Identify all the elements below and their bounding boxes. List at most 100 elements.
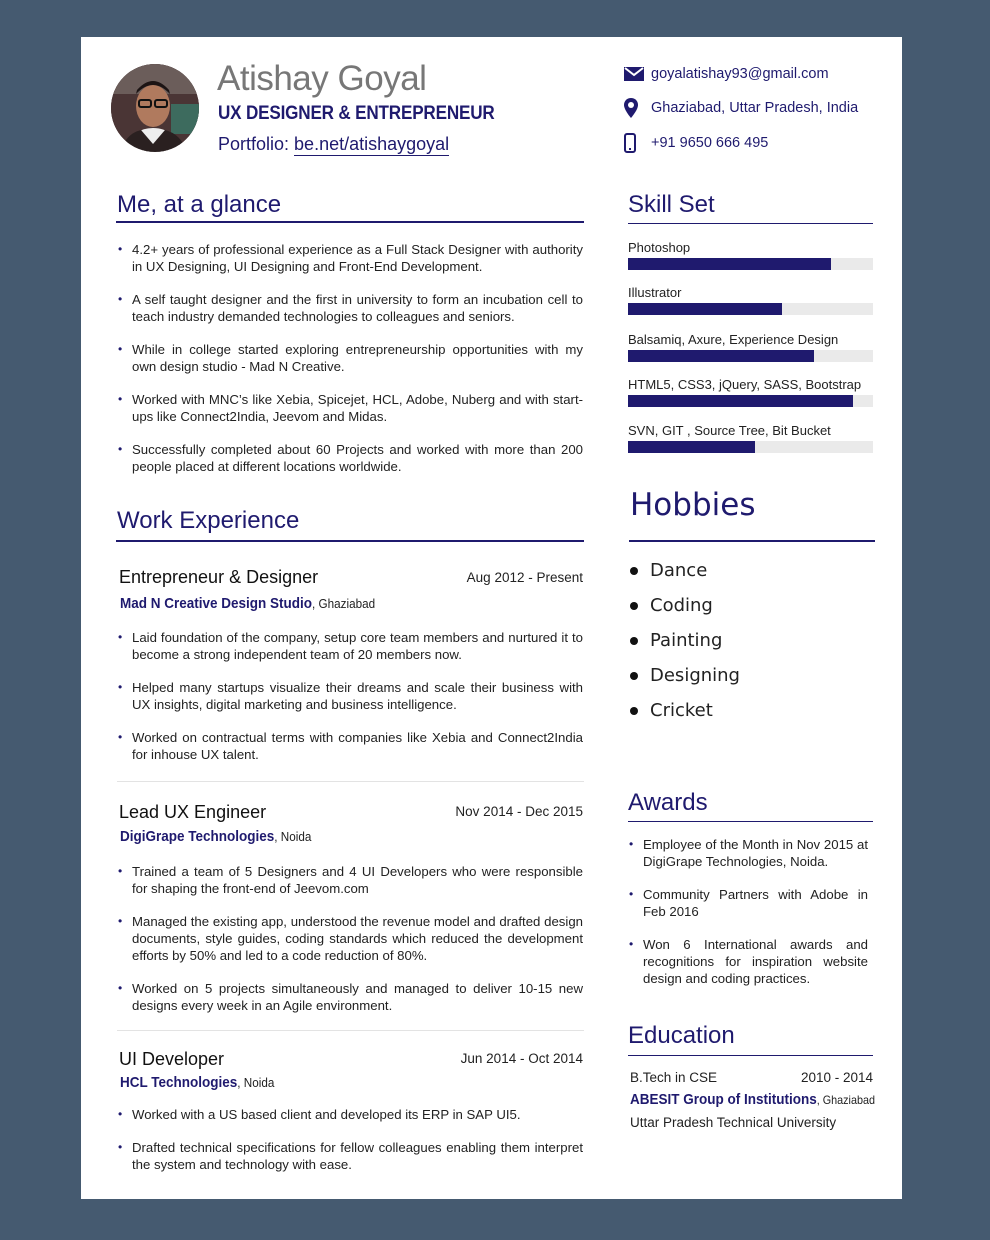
hobbies-list: Dance Coding Painting Designing Cricket xyxy=(627,553,740,728)
award-item: Won 6 International awards and recogniti… xyxy=(628,936,868,987)
skills-list: Photoshop Illustrator Balsamiq, Axure, E… xyxy=(628,240,873,453)
hobby-label: Designing xyxy=(650,665,740,686)
contact-phone[interactable]: +91 9650 666 495 xyxy=(624,133,768,153)
job-bullet: Worked on 5 projects simultaneously and … xyxy=(117,980,583,1014)
skill-bar-track xyxy=(628,395,873,407)
awards-list: Employee of the Month in Nov 2015 at Dig… xyxy=(628,836,868,1003)
job-date: Aug 2012 - Present xyxy=(466,570,583,585)
skill-item: Illustrator xyxy=(628,285,873,315)
job-title: Lead UX Engineer xyxy=(119,802,267,822)
envelope-icon xyxy=(624,64,646,84)
hobby-label: Cricket xyxy=(650,700,713,721)
phone-text: +91 9650 666 495 xyxy=(651,135,769,151)
hobby-item: Designing xyxy=(627,658,740,693)
skill-bar-fill xyxy=(628,441,756,453)
job-bullet: Helped many startups visualize their dre… xyxy=(117,679,583,713)
location-text: Ghaziabad, Uttar Pradesh, India xyxy=(651,100,859,116)
education-degree: B.Tech in CSE xyxy=(630,1070,718,1085)
job-bullets: Trained a team of 5 Designers and 4 UI D… xyxy=(117,863,583,1030)
portfolio: Portfolio: be.net/atishaygoyal xyxy=(218,134,450,156)
job-bullet: Worked on contractual terms with compani… xyxy=(117,729,583,763)
email-text: goyalatishay93@gmail.com xyxy=(651,66,829,82)
award-item: Employee of the Month in Nov 2015 at Dig… xyxy=(628,836,868,870)
bullet-icon xyxy=(630,566,638,575)
glance-item: While in college started exploring entre… xyxy=(117,341,583,375)
avatar xyxy=(111,64,199,152)
education-institution: ABESIT Group of Institutions, Ghaziabad xyxy=(630,1091,875,1108)
job-company: DigiGrape Technologies, Noida xyxy=(120,828,311,845)
job-bullet: Laid foundation of the company, setup co… xyxy=(117,629,583,663)
candidate-name: Atishay Goyal xyxy=(217,59,427,98)
company-location: , Noida xyxy=(274,829,312,844)
glance-item: Worked with MNC’s like Xebia, Spicejet, … xyxy=(117,391,583,425)
job-company: Mad N Creative Design Studio, Ghaziabad xyxy=(120,595,375,612)
skill-item: SVN, GIT , Source Tree, Bit Bucket xyxy=(628,423,873,453)
skill-bar-track xyxy=(628,350,873,362)
portfolio-label: Portfolio: xyxy=(218,134,295,154)
company-location: , Noida xyxy=(237,1075,275,1090)
contact-email[interactable]: goyalatishay93@gmail.com xyxy=(624,64,829,84)
hobby-label: Painting xyxy=(650,630,723,651)
skill-bar-fill xyxy=(628,258,832,270)
work-divider xyxy=(116,540,584,542)
skill-bar-track xyxy=(628,441,873,453)
profile-photo-icon xyxy=(111,64,199,152)
job-separator xyxy=(117,1030,584,1031)
job-bullet: Worked with a US based client and develo… xyxy=(117,1106,583,1123)
skill-bar-fill xyxy=(628,303,783,315)
skill-label: Photoshop xyxy=(628,240,691,255)
company-name: DigiGrape Technologies xyxy=(120,828,275,845)
skill-item: HTML5, CSS3, jQuery, SASS, Bootstrap xyxy=(628,377,873,407)
hobbies-divider xyxy=(629,540,875,542)
skill-label: Illustrator xyxy=(628,285,682,300)
job-bullet: Drafted technical specifications for fel… xyxy=(117,1139,583,1173)
bullet-icon xyxy=(630,636,638,645)
skill-label: Balsamiq, Axure, Experience Design xyxy=(628,332,839,347)
work-title: Work Experience xyxy=(117,507,300,534)
job-bullets: Worked with a US based client and develo… xyxy=(117,1106,583,1189)
hobbies-title: Hobbies xyxy=(630,487,756,523)
glance-divider xyxy=(116,221,584,223)
job-separator xyxy=(117,781,584,782)
job-date: Jun 2014 - Oct 2014 xyxy=(460,1051,583,1066)
education-years: 2010 - 2014 xyxy=(800,1070,873,1085)
company-name: Mad N Creative Design Studio xyxy=(120,595,313,612)
education-title: Education xyxy=(628,1022,735,1049)
bullet-icon xyxy=(630,671,638,680)
glance-item: A self taught designer and the first in … xyxy=(117,291,583,325)
candidate-role: UX DESIGNER & ENTREPRENEUR xyxy=(218,103,495,124)
skill-item: Photoshop xyxy=(628,240,873,270)
hobby-item: Cricket xyxy=(627,693,740,728)
skill-bar-fill xyxy=(628,350,815,362)
education-divider xyxy=(628,1055,873,1056)
education-university: Uttar Pradesh Technical University xyxy=(630,1115,837,1130)
company-name: HCL Technologies xyxy=(120,1074,238,1091)
company-location: , Ghaziabad xyxy=(312,596,376,611)
job-date: Nov 2014 - Dec 2015 xyxy=(455,804,583,819)
job-bullet: Managed the existing app, understood the… xyxy=(117,913,583,964)
skills-title: Skill Set xyxy=(628,191,715,218)
job-title: UI Developer xyxy=(119,1049,225,1069)
skill-bar-fill xyxy=(628,395,854,407)
job-bullets: Laid foundation of the company, setup co… xyxy=(117,629,583,779)
bullet-icon xyxy=(630,706,638,715)
skill-bar-track xyxy=(628,303,873,315)
portfolio-link[interactable]: be.net/atishaygoyal xyxy=(294,134,450,156)
resume-page: Atishay Goyal UX DESIGNER & ENTREPRENEUR… xyxy=(81,37,902,1199)
skill-bar-track xyxy=(628,258,873,270)
hobby-label: Coding xyxy=(650,595,713,616)
glance-item: 4.2+ years of professional experience as… xyxy=(117,241,583,275)
job-title: Entrepreneur & Designer xyxy=(119,567,319,587)
awards-title: Awards xyxy=(628,789,708,816)
job-company: HCL Technologies, Noida xyxy=(120,1074,274,1091)
map-pin-icon xyxy=(624,98,646,118)
skills-divider xyxy=(628,223,873,224)
institution-location: , Ghaziabad xyxy=(816,1093,875,1107)
skill-item: Balsamiq, Axure, Experience Design xyxy=(628,332,873,362)
glance-list: 4.2+ years of professional experience as… xyxy=(117,241,583,491)
hobby-label: Dance xyxy=(650,560,708,581)
hobby-item: Coding xyxy=(627,588,740,623)
hobby-item: Painting xyxy=(627,623,740,658)
skill-label: HTML5, CSS3, jQuery, SASS, Bootstrap xyxy=(628,377,862,392)
institution-name: ABESIT Group of Institutions xyxy=(630,1091,817,1108)
